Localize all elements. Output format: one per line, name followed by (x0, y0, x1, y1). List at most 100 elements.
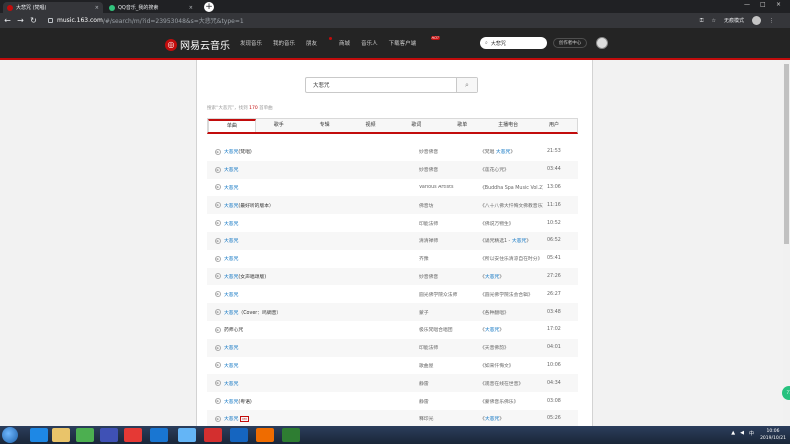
profile-avatar[interactable] (752, 16, 761, 25)
song-title[interactable]: 大悲咒 (224, 255, 414, 262)
volume-icon[interactable]: ◀ (740, 430, 744, 437)
app-icon[interactable] (282, 428, 300, 442)
browser-tab-inactive[interactable]: QQ音乐_我的搜索 × (105, 2, 197, 13)
app-icon[interactable] (124, 428, 142, 442)
window-close-button[interactable]: × (776, 1, 781, 8)
explorer-folder-icon[interactable] (52, 428, 70, 442)
song-artist[interactable]: 静雷 (419, 398, 477, 405)
forward-arrow-icon[interactable]: → (15, 16, 26, 25)
play-icon[interactable]: ▶ (215, 166, 221, 173)
tab-artists[interactable]: 歌手 (256, 119, 302, 132)
menu-dots-icon[interactable]: ⋮ (769, 18, 774, 24)
song-title[interactable]: 大悲咒(梵唱) (224, 148, 414, 155)
table-row[interactable]: ▶ 大悲咒 印能法师 《天音佛韵》 04:01 (207, 338, 578, 357)
app-icon[interactable] (150, 428, 168, 442)
song-artist[interactable]: 释印光 (419, 415, 477, 422)
table-row[interactable]: ▶ 大悲咒 歌曲屋 《如来忏悔文》 10:06 (207, 357, 578, 375)
play-icon[interactable]: ▶ (215, 184, 221, 191)
song-title[interactable]: 大悲咒 (224, 291, 414, 298)
back-arrow-icon[interactable]: ← (2, 16, 13, 25)
song-title[interactable]: 大悲咒 (224, 344, 414, 351)
tab-albums[interactable]: 专辑 (302, 119, 348, 132)
song-album[interactable]: 《如来忏悔文》 (480, 362, 543, 369)
song-artist[interactable]: 妙音佛音 (419, 148, 477, 155)
song-album[interactable]: 《大悲咒》 (480, 273, 543, 280)
song-album[interactable]: 《观音在线在世音》 (480, 380, 543, 387)
table-row[interactable]: ▶ 大悲咒(女声唱颂版) 妙音佛音 《大悲咒》 27:26 (207, 267, 578, 286)
table-row[interactable]: ▶ 大悲咒 Various Artists 《Buddha Spa Music Vol… (207, 179, 578, 197)
song-artist[interactable]: 歌曲屋 (419, 362, 477, 369)
play-icon[interactable]: ▶ (215, 220, 221, 227)
song-title[interactable]: 大悲咒(粤语) (224, 398, 414, 405)
play-icon[interactable]: ▶ (215, 202, 221, 209)
song-album[interactable]: 《八十八佛大忏悔文佛教音乐》 (480, 202, 543, 209)
avatar[interactable] (596, 37, 608, 49)
browser-tab-active[interactable]: 大悲咒 (梵唱) × (3, 2, 103, 13)
tab-songs[interactable]: 单曲 (208, 119, 256, 132)
nav-download[interactable]: 下载客户端 HOT (389, 36, 441, 47)
search-button[interactable]: ⌕ (456, 78, 477, 92)
song-album[interactable]: 《大悲咒》 (480, 326, 543, 333)
table-row[interactable]: ▶ 大悲咒 妙音佛音 《莲花心咒》 03:44 (207, 160, 578, 179)
close-icon[interactable]: × (189, 5, 193, 11)
song-title[interactable]: 大悲咒 (224, 166, 414, 173)
song-artist[interactable]: 佛音坊 (419, 202, 477, 209)
song-title[interactable]: 药师心咒 (224, 326, 414, 333)
song-album[interactable]: 《莲花心咒》 (480, 166, 543, 173)
nav-musician[interactable]: 音乐人 (361, 39, 378, 47)
song-artist[interactable]: 齐豫 (419, 255, 477, 262)
song-title[interactable]: 大悲咒 (224, 362, 414, 369)
play-icon[interactable]: ▶ (215, 326, 221, 333)
song-artist[interactable]: 圆光佛学院众法师 (419, 291, 477, 298)
system-clock[interactable]: 10:06 2019/10/21 (760, 428, 786, 442)
song-album[interactable]: 《所以安住乐清凉自在时分》 (480, 255, 543, 262)
table-row[interactable]: ▶ 大悲咒 齐豫 《所以安住乐清凉自在时分》 05:41 (207, 250, 578, 268)
app-icon[interactable] (100, 428, 118, 442)
nav-friends[interactable]: 朋友 (306, 37, 333, 47)
bookmark-star-icon[interactable]: ☆ (712, 18, 716, 24)
table-row[interactable]: ▶ 药师心咒 极乐梵唱合唱团 《大悲咒》 17:02 (207, 321, 578, 339)
song-title[interactable]: 大悲咒 (224, 220, 414, 227)
close-icon[interactable]: × (95, 5, 99, 11)
play-icon[interactable]: ▶ (215, 380, 221, 387)
table-row[interactable]: ▶ 大悲咒(最好听的版本） 佛音坊 《八十八佛大忏悔文佛教音乐》 11:16 (207, 196, 578, 215)
scrollbar-thumb[interactable] (784, 64, 789, 244)
floating-widget[interactable]: 77 (782, 386, 790, 400)
input-language[interactable]: 中 (749, 430, 754, 437)
address-bar[interactable]: music.163.com /#/search/m/?id=23953048&s… (48, 15, 698, 26)
play-icon[interactable]: ▶ (215, 255, 221, 262)
song-album[interactable]: 《Buddha Spa Music Vol.2》 (480, 184, 543, 191)
new-tab-button[interactable]: + (204, 2, 214, 12)
site-logo[interactable]: ◎ 网易云音乐 (165, 37, 230, 52)
app-icon[interactable] (204, 428, 222, 442)
play-icon[interactable]: ▶ (215, 273, 221, 280)
tab-playlists[interactable]: 歌单 (439, 119, 485, 132)
mv-badge[interactable]: MV (240, 416, 250, 423)
song-title[interactable]: 大悲咒 (224, 380, 414, 387)
song-album[interactable]: 《圆光佛学院法会合辑》 (480, 291, 543, 298)
song-artist[interactable]: Various Artists (419, 185, 477, 190)
table-row[interactable]: ▶ 大悲咒 静雷 《观音在线在世音》 04:34 (207, 374, 578, 393)
play-icon[interactable]: ▶ (215, 344, 221, 351)
creator-center-button[interactable]: 创作者中心 (553, 38, 587, 48)
song-title[interactable]: 大悲咒 MV (224, 415, 414, 423)
song-artist[interactable]: 妙音佛音 (419, 273, 477, 280)
table-row[interactable]: ▶ 大悲咒 圆光佛学院众法师 《圆光佛学院法会合辑》 26:27 (207, 285, 578, 303)
maximize-button[interactable]: □ (760, 1, 766, 8)
nav-discover[interactable]: 发现音乐 (240, 39, 262, 47)
song-artist[interactable]: 清清禅师 (419, 237, 477, 244)
table-row[interactable]: ▶ 大悲咒 印能法师 《佛说万物生》 10:52 (207, 214, 578, 232)
page-scrollbar[interactable] (783, 60, 790, 430)
song-album[interactable]: 《大悲咒》 (480, 415, 543, 422)
table-row[interactable]: ▶ 大悲咒(粤语) 静雷 《蒙佛音乐佛乐》 03:08 (207, 392, 578, 410)
play-icon[interactable]: ▶ (215, 237, 221, 244)
song-title[interactable]: 大悲咒（Cover：鸣蜩音） (224, 309, 414, 316)
song-artist[interactable]: 静雷 (419, 380, 477, 387)
play-icon[interactable]: ▶ (215, 291, 221, 298)
song-artist[interactable]: 印能法师 (419, 220, 477, 227)
song-album[interactable]: 《蒙佛音乐佛乐》 (480, 398, 543, 405)
table-row[interactable]: ▶ 大悲咒(梵唱) 妙音佛音 《梵唱 大悲咒》 21:53 (207, 143, 578, 161)
song-title[interactable]: 大悲咒 (224, 184, 414, 191)
play-icon[interactable]: ▶ (215, 362, 221, 369)
table-row[interactable]: ▶ 大悲咒 清清禅师 《诵咒精选1 - 大悲咒》 06:52 (207, 231, 578, 250)
